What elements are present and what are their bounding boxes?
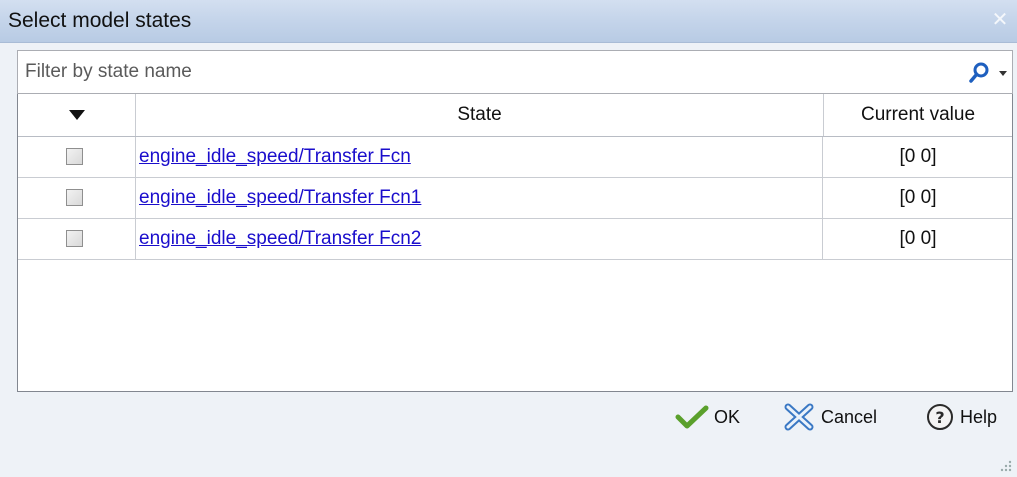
svg-text:?: ? [935,408,944,427]
resize-grip-icon[interactable] [999,459,1013,473]
table-row: engine_idle_speed/Transfer Fcn2 [0 0] [18,219,1012,260]
cancel-button-label: Cancel [821,406,878,427]
filter-input[interactable] [18,51,938,93]
select-cell [18,219,136,259]
search-icon[interactable] [968,61,992,85]
table-row: engine_idle_speed/Transfer Fcn1 [0 0] [18,178,1012,219]
close-icon[interactable]: ✕ [989,8,1011,30]
checkmark-icon [675,405,709,429]
state-link[interactable]: engine_idle_speed/Transfer Fcn2 [139,228,421,249]
row-checkbox[interactable] [66,230,83,247]
state-column-header[interactable]: State [136,94,824,136]
states-table: State Current value engine_idle_speed/Tr… [17,94,1013,392]
help-button-label: Help [960,406,998,427]
window-title: Select model states [8,9,192,32]
state-cell: engine_idle_speed/Transfer Fcn2 [136,219,823,259]
current-value-cell: [0 0] [899,228,937,249]
help-question-icon: ? [927,404,953,430]
current-value-column-header[interactable]: Current value [824,94,1012,136]
table-header: State Current value [18,94,1012,137]
table-row: engine_idle_speed/Transfer Fcn [0 0] [18,137,1012,178]
sort-down-triangle-icon[interactable] [68,109,86,121]
row-checkbox[interactable] [66,189,83,206]
select-column-header[interactable] [18,94,136,136]
select-cell [18,137,136,177]
cancel-x-icon [784,403,814,431]
ok-button-label: OK [714,406,741,427]
filter-box [17,50,1013,94]
current-value-cell: [0 0] [899,187,937,208]
state-cell: engine_idle_speed/Transfer Fcn1 [136,178,823,218]
state-link[interactable]: engine_idle_speed/Transfer Fcn [139,146,411,167]
ok-button[interactable]: OK [675,402,740,432]
state-cell: engine_idle_speed/Transfer Fcn [136,137,823,177]
row-checkbox[interactable] [66,148,83,165]
help-button[interactable]: ? Help [925,402,997,432]
state-link[interactable]: engine_idle_speed/Transfer Fcn1 [139,187,421,208]
title-bar: Select model states ✕ [0,0,1017,43]
current-value-cell: [0 0] [899,146,937,167]
select-cell [18,178,136,218]
cancel-button[interactable]: Cancel [782,402,877,432]
dropdown-arrow-icon[interactable] [998,69,1008,77]
